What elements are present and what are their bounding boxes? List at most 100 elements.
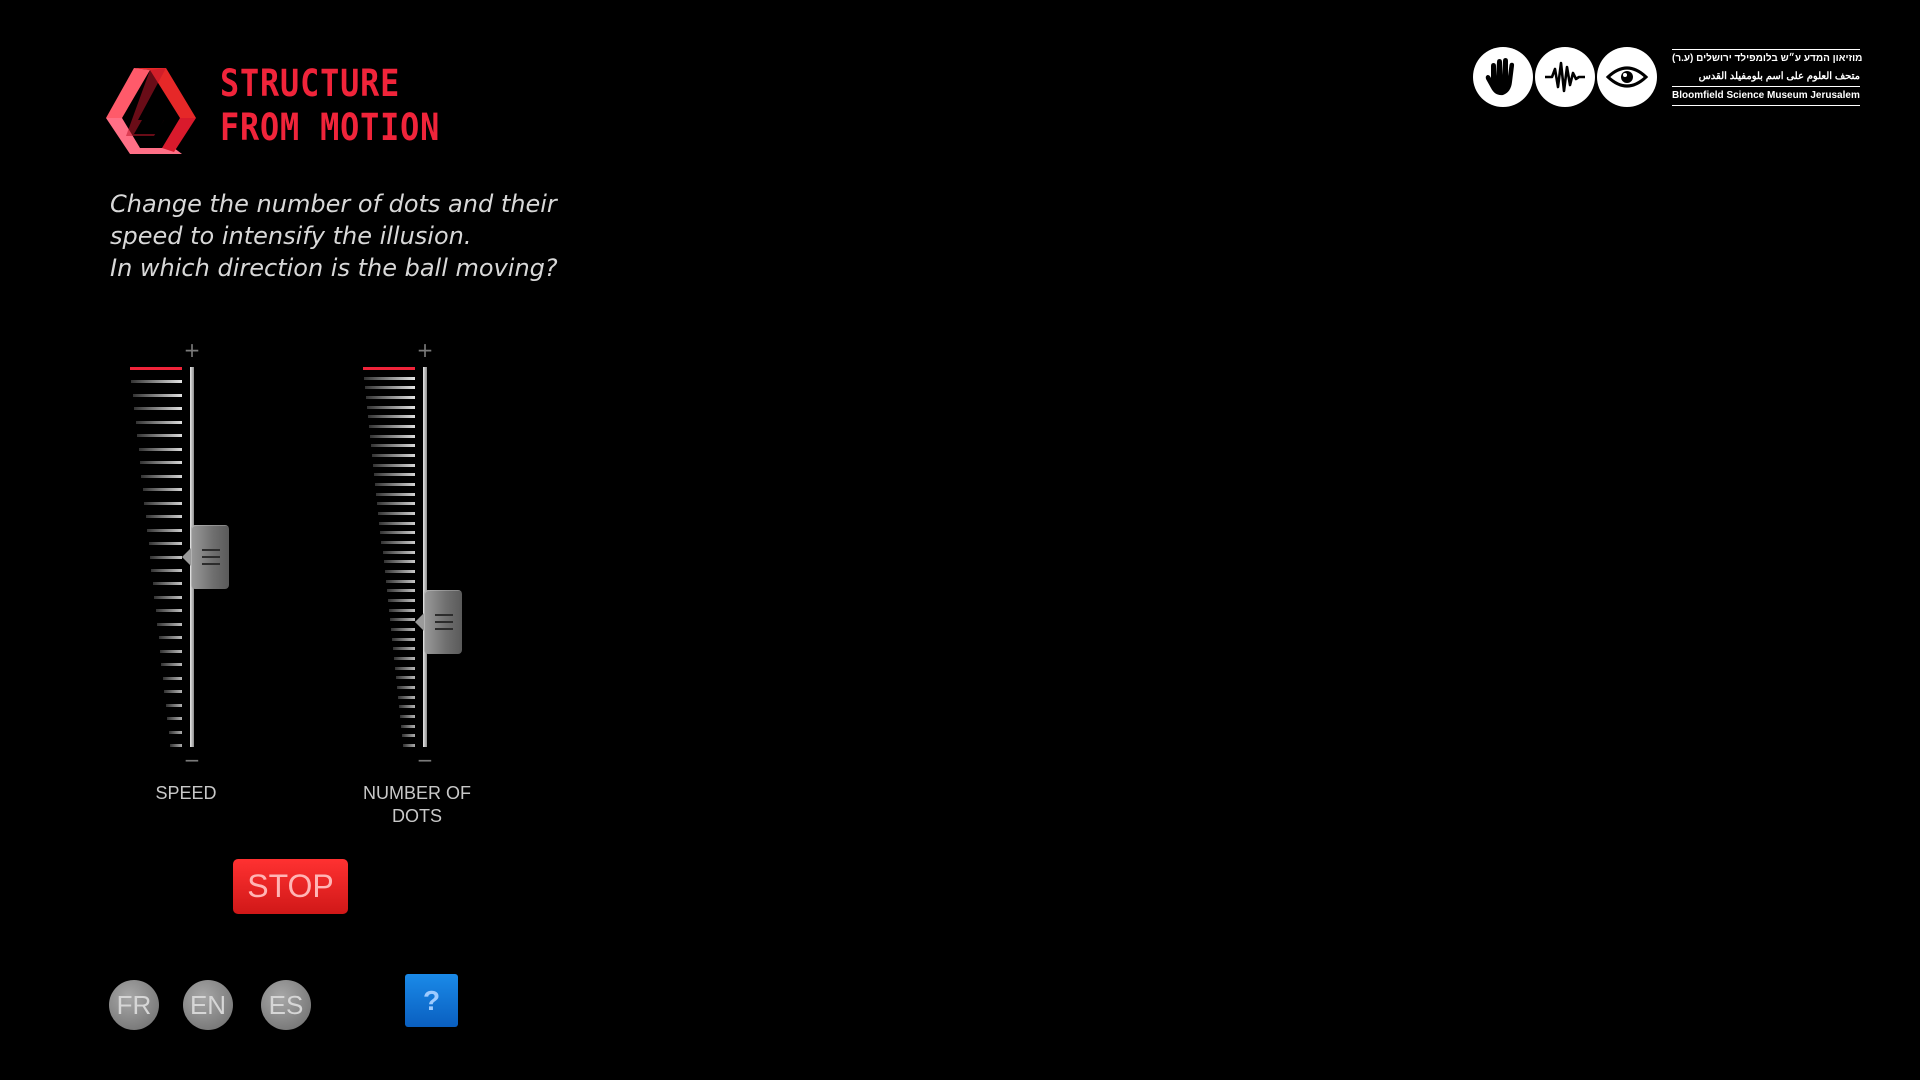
scale-tick bbox=[366, 396, 415, 399]
title-line-1: STRUCTURE bbox=[220, 62, 401, 105]
scale-tick bbox=[379, 521, 415, 525]
sound-wave-icon bbox=[1535, 47, 1595, 107]
instructions-line-3: In which direction is the ball moving? bbox=[110, 254, 558, 282]
eye-icon bbox=[1597, 47, 1657, 107]
scale-tick bbox=[135, 420, 182, 424]
scale-tick bbox=[165, 703, 182, 707]
scale-tick bbox=[383, 560, 415, 564]
number-of-dots-slider[interactable]: + − bbox=[355, 340, 515, 770]
scale-tick bbox=[386, 589, 415, 593]
scale-tick bbox=[152, 582, 182, 586]
scale-tick bbox=[148, 542, 182, 546]
scale-tick bbox=[371, 444, 415, 448]
dots-plus-label: + bbox=[416, 338, 434, 362]
scale-tick bbox=[154, 595, 182, 599]
hand-icon bbox=[1473, 47, 1533, 107]
scale-tick bbox=[382, 550, 415, 554]
scale-tick bbox=[377, 502, 415, 506]
dots-minus-label: − bbox=[416, 748, 434, 772]
scale-tick bbox=[395, 676, 415, 680]
scale-tick bbox=[380, 531, 415, 535]
scale-tick bbox=[164, 690, 182, 694]
scale-tick bbox=[403, 744, 415, 747]
scale-tick bbox=[160, 649, 182, 653]
scale-tick bbox=[367, 405, 415, 409]
scale-tick bbox=[384, 570, 415, 573]
scale-tick bbox=[388, 608, 415, 612]
scale-tick bbox=[391, 637, 415, 641]
scale-tick bbox=[375, 483, 415, 486]
scale-tick bbox=[167, 717, 182, 721]
scale-tick bbox=[157, 622, 182, 626]
scale-tick bbox=[142, 488, 182, 492]
museum-name-english: Bloomfield Science Museum Jerusalem bbox=[1672, 86, 1860, 105]
scale-tick bbox=[387, 599, 415, 602]
scale-tick bbox=[392, 647, 415, 651]
language-button-en[interactable]: EN bbox=[183, 980, 233, 1030]
scale-tick bbox=[132, 393, 182, 397]
scale-tick bbox=[390, 628, 415, 631]
scale-tick bbox=[134, 407, 182, 411]
scale-tick bbox=[374, 473, 415, 477]
scale-tick bbox=[364, 376, 415, 380]
scale-tick bbox=[381, 541, 415, 544]
scale-tick bbox=[389, 618, 415, 622]
scale-tick bbox=[363, 367, 415, 370]
scale-tick bbox=[401, 734, 415, 738]
speed-label: SPEED bbox=[155, 783, 217, 803]
instructions-text: Change the number of dots and their spee… bbox=[110, 188, 670, 284]
speed-slider[interactable]: + − bbox=[122, 340, 282, 770]
scale-tick bbox=[150, 555, 182, 559]
dots-track[interactable] bbox=[423, 367, 427, 747]
scale-tick bbox=[399, 715, 415, 718]
scale-tick bbox=[400, 724, 415, 728]
app-title: STRUCTURE FROM MOTION bbox=[220, 62, 440, 150]
instructions-line-2: speed to intensify the illusion. bbox=[110, 222, 472, 250]
scale-tick bbox=[131, 380, 182, 384]
scale-tick bbox=[398, 705, 415, 709]
scale-tick bbox=[144, 501, 182, 505]
scale-tick bbox=[373, 463, 415, 467]
scale-tick bbox=[155, 609, 182, 613]
speed-scale bbox=[122, 367, 182, 747]
scale-tick bbox=[170, 744, 182, 747]
scale-tick bbox=[376, 492, 415, 496]
scale-tick bbox=[378, 512, 415, 515]
grip-icon bbox=[435, 613, 453, 616]
scale-tick bbox=[396, 686, 415, 689]
number-of-dots-label: NUMBER OF DOTS bbox=[363, 783, 471, 826]
museum-name: מוזיאון המדע ע״ש בלומפילד ירושלים (ע.ר) … bbox=[1672, 49, 1863, 106]
scale-tick bbox=[369, 425, 415, 428]
dots-scale bbox=[355, 367, 415, 747]
scale-tick bbox=[393, 657, 415, 660]
scale-tick bbox=[397, 695, 415, 699]
instructions-line-1: Change the number of dots and their bbox=[110, 190, 557, 218]
scale-tick bbox=[137, 434, 182, 438]
scale-tick bbox=[140, 461, 182, 465]
scale-tick bbox=[368, 415, 415, 419]
scale-tick bbox=[161, 663, 182, 667]
scale-tick bbox=[130, 367, 182, 370]
scale-tick bbox=[162, 676, 182, 680]
language-button-fr[interactable]: FR bbox=[109, 980, 159, 1030]
scale-tick bbox=[365, 386, 415, 390]
language-button-es[interactable]: ES bbox=[261, 980, 311, 1030]
grip-icon bbox=[202, 549, 220, 551]
speed-plus-label: + bbox=[183, 338, 201, 362]
help-button[interactable]: ? bbox=[405, 974, 458, 1027]
speed-slider-handle[interactable] bbox=[182, 525, 229, 589]
speed-minus-label: − bbox=[183, 748, 201, 772]
museum-name-arabic: متحف العلوم على اسم بلومفيلد القدس bbox=[1698, 71, 1860, 82]
scale-tick bbox=[385, 579, 415, 583]
scale-tick bbox=[145, 515, 182, 519]
scale-tick bbox=[394, 666, 415, 670]
scale-tick bbox=[370, 434, 415, 438]
stop-button[interactable]: STOP bbox=[233, 859, 348, 914]
dots-slider-handle[interactable] bbox=[415, 589, 462, 654]
museum-name-hebrew: מוזיאון המדע ע״ש בלומפילד ירושלים (ע.ר) bbox=[1672, 53, 1863, 64]
title-line-2: FROM MOTION bbox=[220, 106, 441, 149]
scale-tick bbox=[138, 447, 182, 451]
scale-tick bbox=[168, 730, 182, 734]
scale-tick bbox=[158, 636, 182, 640]
scale-tick bbox=[151, 568, 182, 572]
